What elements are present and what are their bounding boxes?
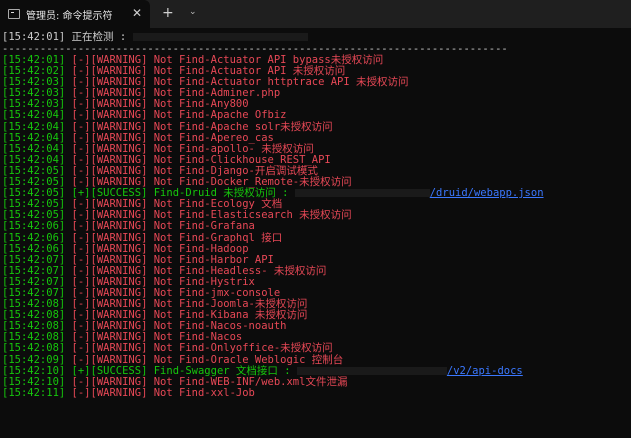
log-message: Not Find-xxl-Job: [147, 386, 255, 399]
redacted-host: [294, 189, 430, 198]
new-tab-icon[interactable]: +: [162, 5, 174, 21]
terminal-output[interactable]: [15:42:01] 正在检测 : ----------------------…: [0, 31, 631, 399]
close-icon[interactable]: ✕: [132, 6, 142, 20]
result-url-link[interactable]: /v2/api-docs: [447, 365, 523, 377]
header-timestamp: [15:42:01]: [2, 31, 66, 43]
log-lines: [15:42:01] [-][WARNING] Not Find-Actuato…: [2, 54, 631, 399]
title-bar: 管理员: 命令提示符 ✕ + ⌄: [0, 0, 631, 28]
terminal-icon: [8, 9, 20, 19]
redacted-target: [132, 33, 308, 41]
tab-cmd[interactable]: 管理员: 命令提示符 ✕: [0, 0, 150, 28]
tab-title: 管理员: 命令提示符: [26, 10, 113, 22]
chevron-down-icon[interactable]: ⌄: [189, 7, 197, 17]
redacted-host: [296, 366, 447, 375]
log-timestamp: [15:42:11]: [2, 386, 66, 399]
result-url-link[interactable]: /druid/webapp.json: [430, 187, 544, 199]
header-text: 正在检测 :: [65, 31, 133, 43]
log-status-tag: [-][WARNING]: [65, 386, 148, 399]
log-line: [15:42:11] [-][WARNING] Not Find-xxl-Job: [2, 386, 631, 399]
scan-header: [15:42:01] 正在检测 :: [2, 31, 631, 44]
